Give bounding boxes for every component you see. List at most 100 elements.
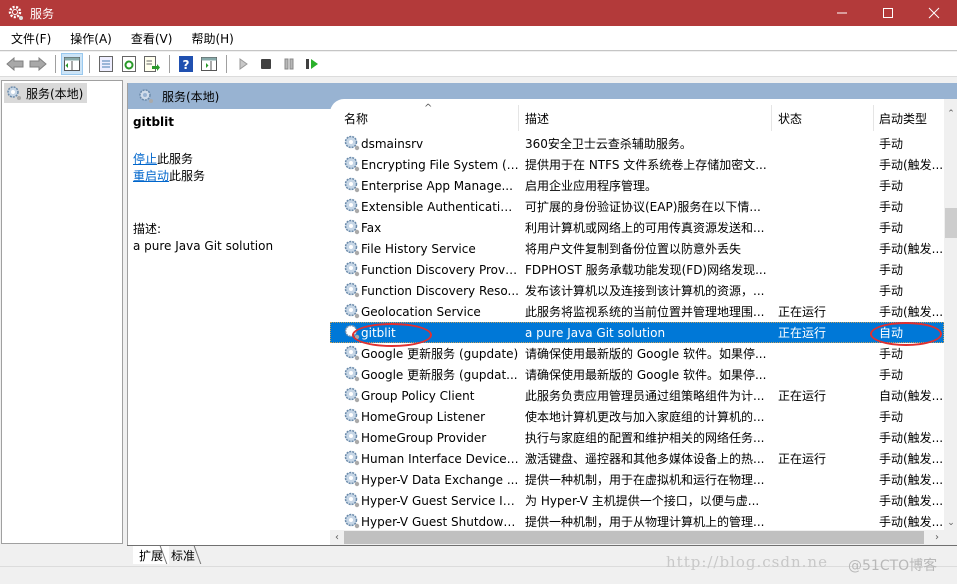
service-gear-icon <box>343 449 361 467</box>
minimize-icon <box>837 12 847 14</box>
service-row[interactable]: Extensible Authentication... 可扩展的身份验证协议(E… <box>330 196 944 217</box>
horizontal-scrollbar[interactable]: ‹ › <box>330 530 957 545</box>
show-hide-tree-button[interactable] <box>61 53 83 75</box>
service-row[interactable]: File History Service 将用户文件复制到备份位置以防意外丢失 手动… <box>330 238 944 259</box>
pause-service-button[interactable] <box>278 53 300 75</box>
menu-action[interactable]: 操作(A) <box>62 30 120 47</box>
column-header-description[interactable]: 描述 <box>525 110 549 126</box>
back-arrow-icon <box>6 57 24 71</box>
restart-service-link[interactable]: 重启动 <box>133 169 169 183</box>
service-description: 为 Hyper-V 主机提供一个接口，以便与虚... <box>525 494 760 508</box>
help-icon: ? <box>179 56 193 72</box>
service-gear-icon <box>343 344 361 362</box>
toolbar-separator <box>169 55 170 73</box>
menu-file[interactable]: 文件(F) <box>3 30 59 47</box>
column-header-name[interactable]: 名称 <box>344 110 368 126</box>
service-startup-type: 手动 <box>879 179 904 193</box>
service-row[interactable]: gitblit a pure Java Git solution 正在运行 自动 <box>330 322 944 343</box>
start-service-icon <box>239 58 248 70</box>
service-row[interactable]: Google 更新服务 (gupdat... 请确保使用最新版的 Google 软… <box>330 364 944 385</box>
properties-button[interactable] <box>95 53 117 75</box>
column-divider[interactable] <box>873 105 874 131</box>
service-row[interactable]: Function Discovery Provi... FDPHOST 服务承载功… <box>330 259 944 280</box>
service-row[interactable]: Group Policy Client 此服务负责应用管理员通过组策略组件为计..… <box>330 385 944 406</box>
maximize-button[interactable] <box>865 0 911 26</box>
service-rows: dsmainsrv 360安全卫士云查杀辅助服务。 手动 Encrypting Fil… <box>330 133 944 532</box>
stop-service-button[interactable] <box>255 53 277 75</box>
service-row[interactable]: Encrypting File System (E... 提供用于在 NTFS 文… <box>330 154 944 175</box>
toolbar-separator <box>226 55 227 73</box>
service-name: Geolocation Service <box>361 304 481 319</box>
service-row[interactable]: dsmainsrv 360安全卫士云查杀辅助服务。 手动 <box>330 133 944 154</box>
service-name: HomeGroup Listener <box>361 409 486 424</box>
refresh-button[interactable] <box>118 53 140 75</box>
service-row[interactable]: Enterprise App Manage... 启用企业应用程序管理。 手动 <box>330 175 944 196</box>
service-gear-icon <box>343 176 361 194</box>
refresh-icon <box>122 56 136 72</box>
service-startup-type: 手动(触发... <box>879 158 944 172</box>
back-button[interactable] <box>4 53 26 75</box>
title-bar: 服务 <box>0 0 957 26</box>
service-row[interactable]: Geolocation Service 此服务将监视系统的当前位置并管理地理围..… <box>330 301 944 322</box>
service-name: Hyper-V Guest Shutdown... <box>361 514 519 529</box>
service-description: 此服务负责应用管理员通过组策略组件为计... <box>525 389 765 403</box>
service-gear-icon <box>343 470 361 488</box>
console-tree: 服务(本地) <box>1 80 123 544</box>
service-row[interactable]: HomeGroup Listener 使本地计算机更改与加入家庭组的计算机的...… <box>330 406 944 427</box>
tree-node-services-local[interactable]: 服务(本地) <box>4 83 88 103</box>
column-divider[interactable] <box>518 105 519 131</box>
start-service-button[interactable] <box>232 53 254 75</box>
menu-view[interactable]: 查看(V) <box>123 30 181 47</box>
vertical-scroll-thumb[interactable] <box>945 208 957 238</box>
restart-service-button[interactable] <box>301 53 323 75</box>
services-gear-icon <box>139 89 153 103</box>
menu-help[interactable]: 帮助(H) <box>183 30 241 47</box>
stop-service-link[interactable]: 停止 <box>133 152 157 166</box>
service-row[interactable]: Human Interface Device ... 激活键盘、遥控器和其他多媒体… <box>330 448 944 469</box>
close-button[interactable] <box>911 0 957 26</box>
stop-service-icon <box>261 59 271 69</box>
forward-button[interactable] <box>27 53 49 75</box>
service-name: Google 更新服务 (gupdat... <box>361 368 518 382</box>
column-header-status[interactable]: 状态 <box>778 110 802 126</box>
help-button[interactable]: ? <box>175 53 197 75</box>
scroll-up-icon[interactable]: ⌃ <box>944 107 957 121</box>
service-startup-type: 手动 <box>879 284 904 298</box>
toolbar-separator <box>55 55 56 73</box>
service-gear-icon <box>343 281 361 299</box>
sort-ascending-icon: ^ <box>424 103 433 114</box>
service-name: Google 更新服务 (gupdate) <box>361 347 519 361</box>
scroll-down-icon[interactable]: ⌄ <box>944 516 957 530</box>
service-startup-type: 手动(触发... <box>879 473 944 487</box>
service-row[interactable]: HomeGroup Provider 执行与家庭组的配置和维护相关的网络任务...… <box>330 427 944 448</box>
column-divider[interactable] <box>771 105 772 131</box>
service-gear-icon <box>343 365 361 383</box>
window-title: 服务 <box>30 6 55 21</box>
service-description: 请确保使用最新版的 Google 软件。如果停... <box>525 347 767 361</box>
stop-suffix: 此服务 <box>157 152 194 166</box>
service-row[interactable]: Hyper-V Data Exchange ... 提供一种机制，用于在虚拟机和运… <box>330 469 944 490</box>
toolbar: ? <box>0 52 957 77</box>
service-description: 此服务将监视系统的当前位置并管理地理围... <box>525 305 765 319</box>
service-startup-type: 自动 <box>879 326 904 340</box>
service-description: a pure Java Git solution <box>525 325 666 340</box>
service-description: 使本地计算机更改与加入家庭组的计算机的... <box>525 410 765 424</box>
service-row[interactable]: Google 更新服务 (gupdate) 请确保使用最新版的 Google 软件… <box>330 343 944 364</box>
service-row[interactable]: Hyper-V Guest Shutdown... 提供一种机制，用于从物理计算机… <box>330 511 944 532</box>
horizontal-scroll-thumb[interactable] <box>344 531 924 544</box>
service-row[interactable]: Fax 利用计算机或网络上的可用传真资源发送和... 手动 <box>330 217 944 238</box>
export-list-button[interactable] <box>141 53 163 75</box>
content-pane: 服务(本地) gitblit 停止此服务 重启动此服务 描述: a pure J… <box>127 83 957 545</box>
service-row[interactable]: Hyper-V Guest Service In... 为 Hyper-V 主机提… <box>330 490 944 511</box>
scroll-left-icon[interactable]: ‹ <box>330 530 344 545</box>
scroll-right-icon[interactable]: › <box>930 530 944 545</box>
service-gear-icon <box>343 512 361 530</box>
vertical-scrollbar[interactable]: ⌃ ⌄ <box>944 99 957 530</box>
service-name: Group Policy Client <box>361 388 475 403</box>
column-header-startup-type[interactable]: 启动类型 <box>879 110 927 126</box>
service-row[interactable]: Function Discovery Reso... 发布该计算机以及连接到该计算… <box>330 280 944 301</box>
show-action-pane-button[interactable] <box>198 53 220 75</box>
minimize-button[interactable] <box>819 0 865 26</box>
service-description: 激活键盘、遥控器和其他多媒体设备上的热... <box>525 452 765 466</box>
service-gear-icon <box>343 134 361 152</box>
